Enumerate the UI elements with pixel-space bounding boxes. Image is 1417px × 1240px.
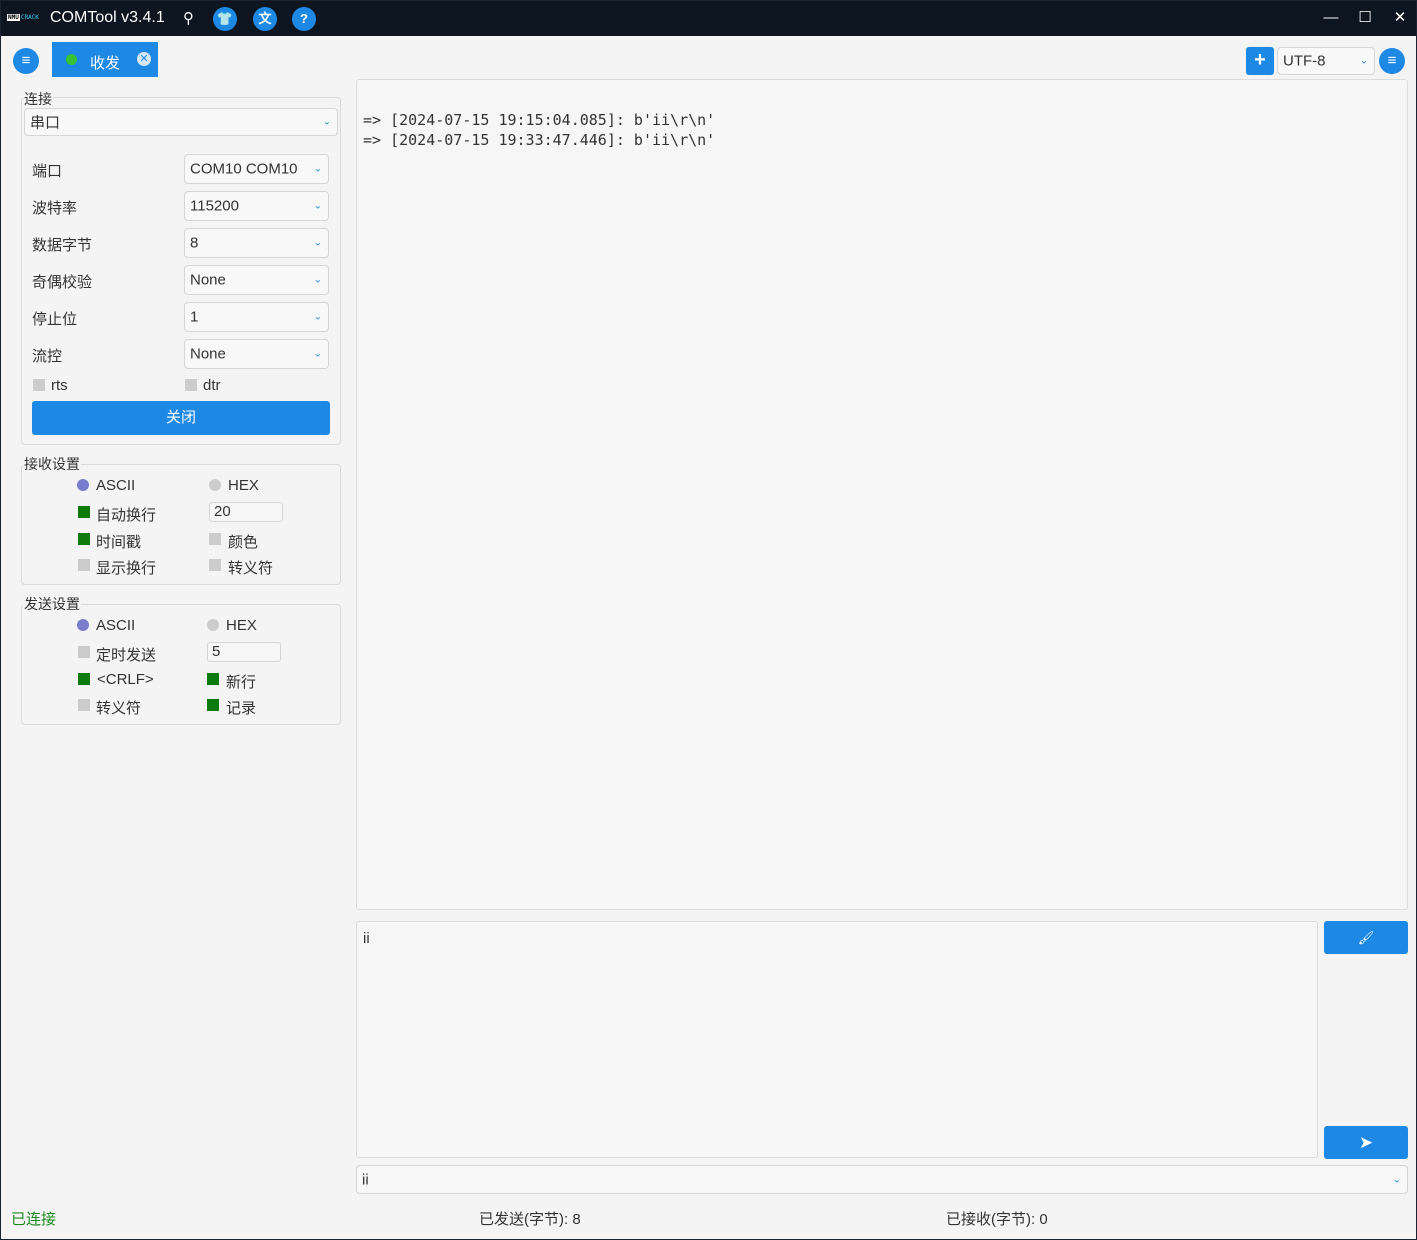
chevron-down-icon: ⌄: [313, 237, 322, 249]
receive-ascii-radio[interactable]: [77, 479, 89, 491]
connection-dot-icon: [66, 54, 77, 65]
send-ascii-radio[interactable]: [77, 619, 89, 631]
port-label: 端口: [32, 163, 63, 180]
send-hex-label: HEX: [226, 617, 257, 634]
title-bar: NMU CRACK COMTool v3.4.1 ⚲ 👕 文 ? — ☐ ✕: [1, 1, 1416, 36]
crlf-label: <CRLF>: [97, 671, 154, 688]
chevron-down-icon: ⌄: [1359, 55, 1368, 67]
dtr-checkbox[interactable]: [185, 379, 197, 391]
auto-wrap-checkbox[interactable]: [78, 506, 90, 518]
send-textarea[interactable]: ii: [356, 921, 1318, 1158]
close-port-button[interactable]: 关闭: [32, 401, 330, 435]
connection-status: 已连接: [11, 1211, 57, 1228]
app-logo: NMU CRACK: [7, 14, 39, 21]
record-checkbox[interactable]: [207, 699, 219, 711]
send-button[interactable]: ➤: [1324, 1126, 1408, 1159]
chevron-down-icon: ⌄: [313, 274, 322, 286]
timed-send-input[interactable]: 5: [207, 642, 281, 662]
brush-icon: 🖌: [1357, 930, 1375, 945]
bytesize-label: 数据字节: [32, 237, 93, 254]
translate-icon[interactable]: 文: [253, 7, 277, 31]
newline-checkbox[interactable]: [207, 673, 219, 685]
parity-select[interactable]: None ⌄: [184, 265, 329, 295]
window-title: COMTool v3.4.1: [50, 9, 165, 26]
color-label: 颜色: [228, 534, 259, 551]
receive-ascii-label: ASCII: [96, 477, 136, 494]
parity-label: 奇偶校验: [32, 274, 93, 291]
close-window-button[interactable]: ✕: [1385, 7, 1415, 29]
send-settings-title: 发送设置: [23, 594, 81, 614]
rts-label: rts: [51, 377, 68, 394]
record-label: 记录: [226, 700, 257, 717]
receive-line: => [2024-07-15 19:15:04.085]: b'ii\r\n': [363, 111, 716, 129]
chevron-down-icon: ⌄: [322, 116, 331, 128]
show-newline-checkbox[interactable]: [78, 559, 90, 571]
help-icon[interactable]: ?: [292, 7, 316, 31]
receive-escape-label: 转义符: [228, 560, 274, 577]
skin-icon[interactable]: 👕: [213, 7, 237, 31]
receive-hex-radio[interactable]: [209, 479, 221, 491]
chevron-down-icon: ⌄: [313, 200, 322, 212]
rts-checkbox[interactable]: [33, 379, 45, 391]
chevron-down-icon: ⌄: [1392, 1174, 1401, 1185]
receive-textarea[interactable]: => [2024-07-15 19:15:04.085]: b'ii\r\n' =…: [356, 79, 1408, 910]
send-ascii-label: ASCII: [96, 617, 136, 634]
settings-menu-icon[interactable]: ≡: [1379, 48, 1405, 74]
baudrate-label: 波特率: [32, 200, 78, 217]
chevron-down-icon: ⌄: [313, 163, 322, 175]
crlf-checkbox[interactable]: [78, 673, 90, 685]
receive-escape-checkbox[interactable]: [209, 559, 221, 571]
send-settings-group: [21, 604, 341, 725]
auto-wrap-input[interactable]: 20: [209, 502, 283, 522]
connection-group-title: 连接: [23, 89, 53, 109]
receive-settings-title: 接收设置: [23, 454, 81, 474]
send-icon: ➤: [1358, 1133, 1374, 1152]
app-window: NMU CRACK COMTool v3.4.1 ⚲ 👕 文 ? — ☐ ✕ ≡ …: [0, 0, 1417, 1240]
receive-hex-label: HEX: [228, 477, 259, 494]
timed-send-label: 定时发送: [96, 647, 157, 664]
show-newline-label: 显示换行: [96, 560, 157, 577]
stopbits-label: 停止位: [32, 311, 78, 328]
tab-label: 收发: [90, 55, 121, 72]
timestamp-label: 时间戳: [96, 534, 142, 551]
bytesize-select[interactable]: 8 ⌄: [184, 228, 329, 258]
send-history-select[interactable]: ii ⌄: [356, 1165, 1408, 1194]
dtr-label: dtr: [203, 377, 221, 394]
send-escape-label: 转义符: [96, 700, 142, 717]
flowcontrol-select[interactable]: None ⌄: [184, 339, 329, 369]
chevron-down-icon: ⌄: [313, 311, 322, 323]
receive-settings-group: [21, 464, 341, 585]
receive-line: => [2024-07-15 19:33:47.446]: b'ii\r\n': [363, 131, 716, 149]
connection-type-select[interactable]: 串口 ⌄: [24, 108, 338, 136]
minimize-button[interactable]: —: [1316, 7, 1346, 29]
newline-label: 新行: [226, 674, 257, 691]
encoding-select[interactable]: UTF-8 ⌄: [1277, 47, 1375, 75]
flowcontrol-label: 流控: [32, 348, 63, 365]
tab-send-receive[interactable]: 收发 ✕: [52, 42, 158, 77]
send-escape-checkbox[interactable]: [78, 699, 90, 711]
maximize-button[interactable]: ☐: [1350, 7, 1380, 29]
tab-close-icon[interactable]: ✕: [137, 52, 151, 66]
stopbits-select[interactable]: 1 ⌄: [184, 302, 329, 332]
pin-icon[interactable]: ⚲: [183, 9, 194, 27]
sent-bytes: 已发送(字节): 8: [479, 1211, 581, 1228]
received-bytes: 已接收(字节): 0: [946, 1211, 1048, 1228]
chevron-down-icon: ⌄: [313, 348, 322, 360]
color-checkbox[interactable]: [209, 533, 221, 545]
baudrate-select[interactable]: 115200 ⌄: [184, 191, 329, 221]
auto-wrap-label: 自动换行: [96, 507, 157, 524]
send-hex-radio[interactable]: [207, 619, 219, 631]
port-select[interactable]: COM10 COM10 ⌄: [184, 154, 329, 184]
add-plugin-button[interactable]: +: [1246, 47, 1274, 75]
timestamp-checkbox[interactable]: [78, 533, 90, 545]
timed-send-checkbox[interactable]: [78, 646, 90, 658]
menu-icon[interactable]: ≡: [13, 48, 39, 74]
clear-button[interactable]: 🖌: [1324, 921, 1408, 954]
receive-log: => [2024-07-15 19:15:04.085]: b'ii\r\n' =…: [363, 110, 715, 150]
